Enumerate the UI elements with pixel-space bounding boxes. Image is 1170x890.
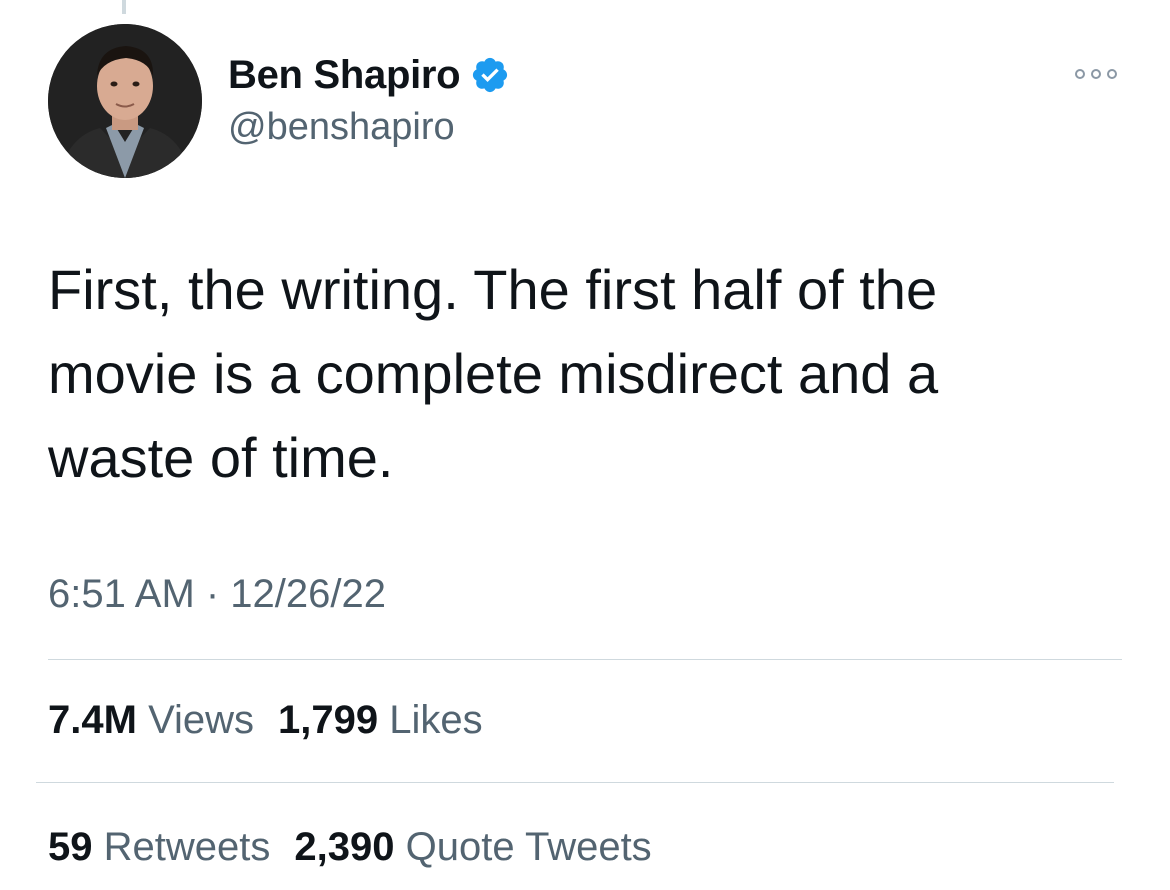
tweet-text: First, the writing. The first half of th… — [48, 248, 1128, 500]
tweet-text-line: movie is a complete misdirect and a — [48, 342, 939, 405]
stats-row-retweets-quotes: 59 Retweets 2,390 Quote Tweets — [48, 825, 676, 870]
more-options-icon[interactable] — [1072, 62, 1120, 86]
quote-tweets-stat[interactable]: 2,390 Quote Tweets — [294, 825, 651, 870]
likes-label[interactable]: Likes — [389, 698, 482, 742]
views-stat: 7.4M Views — [48, 698, 254, 743]
tweet-text-line: waste of time. — [48, 426, 394, 489]
quote-tweets-label[interactable]: Quote Tweets — [406, 825, 652, 869]
avatar-photo — [48, 24, 202, 178]
retweets-count[interactable]: 59 — [48, 825, 93, 869]
stats-row-views-likes: 7.4M Views 1,799 Likes — [48, 698, 507, 743]
tweet-text-line: First, the writing. The first half of th… — [48, 258, 938, 321]
likes-count[interactable]: 1,799 — [278, 698, 378, 742]
divider — [36, 782, 1114, 783]
thread-connector-line — [122, 0, 126, 14]
quote-tweets-count[interactable]: 2,390 — [294, 825, 394, 869]
tweet-timestamp[interactable]: 6:51 AM · 12/26/22 — [48, 572, 386, 617]
avatar[interactable] — [48, 24, 202, 178]
views-count: 7.4M — [48, 698, 137, 742]
author-handle[interactable]: @benshapiro — [228, 106, 455, 149]
views-label: Views — [148, 698, 255, 742]
author-display-name[interactable]: Ben Shapiro — [228, 53, 461, 98]
divider — [48, 659, 1122, 660]
author-name-row[interactable]: Ben Shapiro — [228, 50, 510, 100]
retweets-label[interactable]: Retweets — [104, 825, 271, 869]
retweets-stat[interactable]: 59 Retweets — [48, 825, 270, 870]
likes-stat[interactable]: 1,799 Likes — [278, 698, 483, 743]
verified-badge-icon — [473, 57, 508, 93]
